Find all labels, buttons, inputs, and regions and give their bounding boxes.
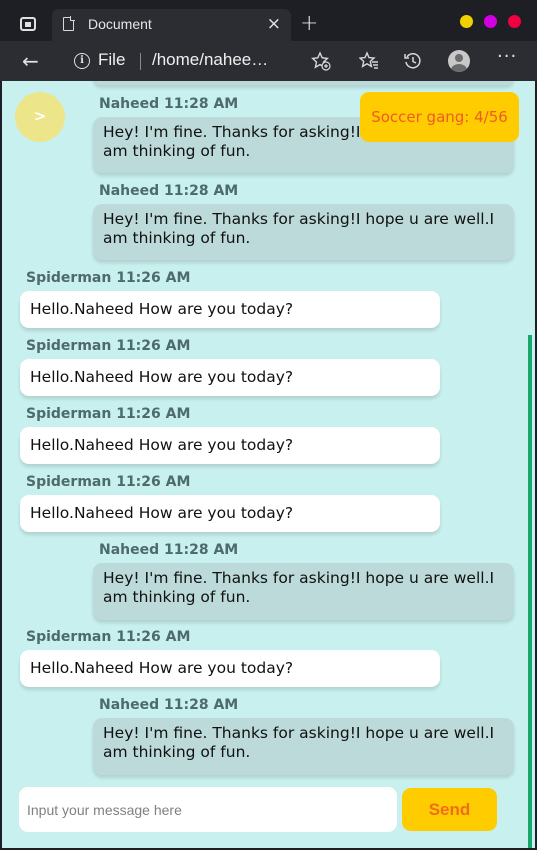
message-sender: Spiderman <box>26 474 112 490</box>
history-icon[interactable] <box>403 51 423 76</box>
message-header: Spiderman 11:26 AM <box>26 474 190 490</box>
tab-title: Document <box>88 16 152 32</box>
group-member-badge: Soccer gang: 4/56 <box>360 92 519 142</box>
chat-page: Naheed 11:28 AM Hey! I'm fine. Thanks fo… <box>2 81 535 848</box>
back-arrow-icon[interactable]: ← <box>22 49 39 73</box>
tab-close-icon[interactable]: × <box>267 14 281 34</box>
reading-list-add-icon[interactable] <box>311 51 331 76</box>
message-bubble-partial <box>93 81 514 85</box>
site-info-icon[interactable]: i <box>74 53 90 69</box>
message-bubble-theirs: Hello.Naheed How are you today? <box>20 495 440 532</box>
message-time: 11:26 AM <box>116 406 191 422</box>
message-header: Spiderman 11:26 AM <box>26 406 190 422</box>
message-sender: Spiderman <box>26 270 112 286</box>
browser-toolbar: ← i File /home/nahee… ··· <box>0 41 537 81</box>
browser-tab[interactable]: Document × <box>52 9 291 41</box>
minimize-button[interactable] <box>460 15 473 28</box>
maximize-button[interactable] <box>484 15 497 28</box>
message-header: Naheed 11:28 AM <box>99 183 238 199</box>
message-time: 11:28 AM <box>164 542 239 558</box>
message-time: 11:28 AM <box>164 697 239 713</box>
message-header: Spiderman 11:26 AM <box>26 629 190 645</box>
message-bubble-mine: Hey! I'm fine. Thanks for asking!I hope … <box>93 563 514 620</box>
message-time: 11:26 AM <box>116 270 191 286</box>
message-header: Spiderman 11:26 AM <box>26 270 190 286</box>
message-bubble-theirs: Hello.Naheed How are you today? <box>20 359 440 396</box>
window-menu-icon[interactable] <box>20 17 36 31</box>
address-bar[interactable]: /home/nahee… <box>152 50 268 70</box>
message-sender: Naheed <box>99 697 160 713</box>
message-sender: Naheed <box>99 183 160 199</box>
message-sender: Naheed <box>99 542 160 558</box>
message-time: 11:26 AM <box>116 338 191 354</box>
message-time: 11:26 AM <box>116 629 191 645</box>
message-time: 11:28 AM <box>164 183 239 199</box>
message-header: Spiderman 11:26 AM <box>26 338 190 354</box>
favorites-icon[interactable] <box>358 51 379 76</box>
new-tab-icon[interactable]: + <box>300 11 318 36</box>
message-sender: Naheed <box>99 96 160 112</box>
sidebar-toggle-button[interactable]: > <box>15 92 65 142</box>
address-separator <box>140 53 141 70</box>
message-header: Naheed 11:28 AM <box>99 96 238 112</box>
message-time: 11:26 AM <box>116 474 191 490</box>
message-sender: Spiderman <box>26 338 112 354</box>
file-scheme-label: File <box>98 50 126 69</box>
more-menu-icon[interactable]: ··· <box>497 46 517 67</box>
browser-titlebar: Document × + <box>0 0 537 41</box>
profile-avatar[interactable] <box>448 50 470 72</box>
close-window-button[interactable] <box>508 15 521 28</box>
document-icon <box>63 16 75 31</box>
message-header: Naheed 11:28 AM <box>99 697 238 713</box>
scrollbar-thumb[interactable] <box>528 335 532 848</box>
send-button[interactable]: Send <box>402 788 497 831</box>
message-bubble-theirs: Hello.Naheed How are you today? <box>20 427 440 464</box>
message-bubble-mine: Hey! I'm fine. Thanks for asking!I hope … <box>93 718 514 775</box>
message-input[interactable] <box>19 787 397 832</box>
message-time: 11:28 AM <box>164 96 239 112</box>
message-sender: Spiderman <box>26 406 112 422</box>
message-bubble-mine: Hey! I'm fine. Thanks for asking!I hope … <box>93 204 514 260</box>
message-bubble-theirs: Hello.Naheed How are you today? <box>20 291 440 328</box>
message-bubble-theirs: Hello.Naheed How are you today? <box>20 650 440 687</box>
message-header: Naheed 11:28 AM <box>99 542 238 558</box>
message-sender: Spiderman <box>26 629 112 645</box>
